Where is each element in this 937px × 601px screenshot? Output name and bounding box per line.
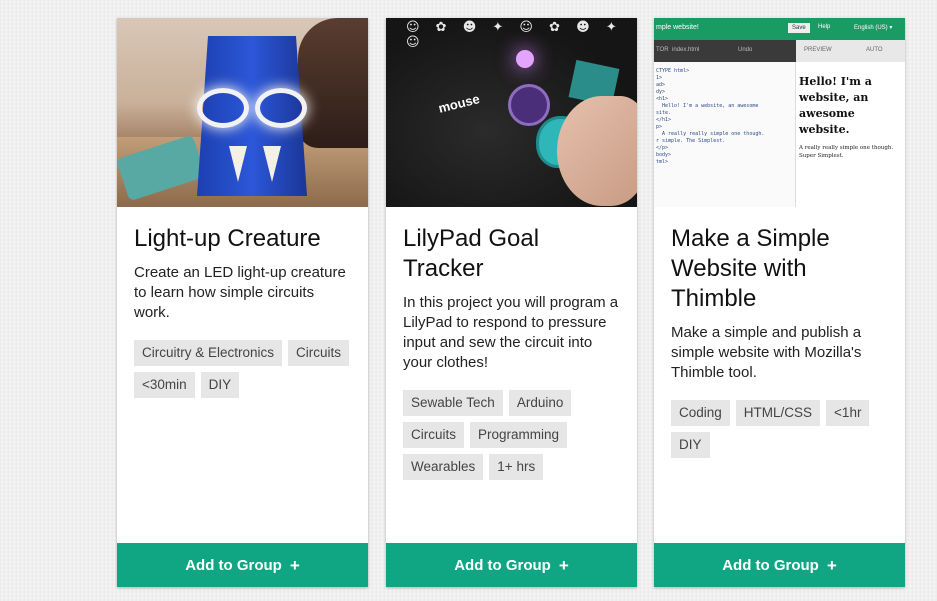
card-description: Make a simple and publish a simple websi… [671,324,862,381]
lilypad-board [508,84,550,126]
project-name: mple website! [656,24,699,31]
left-eye [197,88,249,128]
right-fang [263,146,281,182]
preview-heading: Hello! I'm a website, an awesome website… [799,75,872,136]
save-button: Save [788,23,810,33]
tag[interactable]: HTML/CSS [735,400,821,426]
tag[interactable]: DIY [200,372,240,398]
code-editor: CTYPE html> 1> ad> dy> <h1> Hello! I'm a… [654,62,796,207]
left-fang [229,146,247,182]
activity-card: ☺ ✿ ☻ ✦ ☺ ✿ ☻ ✦ ☺ mouse LilyPad Goal Tra… [386,18,637,587]
tag[interactable]: Circuits [288,340,350,366]
card-description: In this project you will program a LilyP… [403,294,619,371]
add-to-group-button[interactable]: Add to Group + [386,543,637,587]
tag[interactable]: Programming [470,422,568,448]
tag[interactable]: Coding [671,400,730,426]
card-body: Make a Simple Website with Thimble Make … [654,207,905,543]
plus-icon: + [289,555,300,575]
doodle-pattern: ☺ ✿ ☻ ✦ ☺ ✿ ☻ ✦ ☺ [406,20,623,50]
thimble-topbar: mple website! Save Help English (US) ▾ [654,18,905,40]
activity-card: mple website! Save Help English (US) ▾ T… [654,18,905,587]
hand [557,96,637,206]
undo-label: Undo [738,47,753,53]
tag-list: Sewable Tech Arduino Circuits Programmin… [403,390,620,480]
tag[interactable]: Arduino [508,390,572,416]
card-image-light-up-creature[interactable] [117,18,368,207]
preview-toolbar: PREVIEW AUTO [796,40,905,62]
preview-pane: Hello! I'm a website, an awesome website… [799,74,903,160]
add-to-group-button[interactable]: Add to Group + [117,543,368,587]
editor-label: TOR [656,47,669,53]
led-glow [516,50,534,68]
activity-card: Light-up Creature Create an LED light-up… [117,18,368,587]
pipe-cleaner-eyes [189,88,319,132]
plus-icon: + [826,555,837,575]
card-title[interactable]: LilyPad Goal Tracker [403,224,620,284]
mouse-logo: mouse [436,91,482,116]
card-body: LilyPad Goal Tracker In this project you… [386,207,637,543]
tag[interactable]: Circuitry & Electronics [134,340,283,366]
tag-list: Coding HTML/CSS <1hr DIY [671,400,888,458]
tag[interactable]: <1hr [826,400,870,426]
tag[interactable]: Circuits [403,422,465,448]
add-to-group-label: Add to Group [185,556,282,574]
file-label: index.html [672,47,700,53]
card-description: Create an LED light-up creature to learn… [134,264,346,321]
card-image-lilypad-goal-tracker[interactable]: ☺ ✿ ☻ ✦ ☺ ✿ ☻ ✦ ☺ mouse [386,18,637,207]
tag[interactable]: DIY [671,432,710,458]
preview-text: A really really simple one though. Super… [799,145,894,159]
plus-icon: + [558,555,569,575]
card-body: Light-up Creature Create an LED light-up… [117,207,368,543]
tag-list: Circuitry & Electronics Circuits <30min … [134,340,351,398]
auto-label: AUTO [866,47,883,53]
tag[interactable]: <30min [134,372,195,398]
tag[interactable]: Wearables [403,454,484,480]
tag[interactable]: 1+ hrs [489,454,544,480]
card-image-thimble-website[interactable]: mple website! Save Help English (US) ▾ T… [654,18,905,207]
right-eye [255,88,307,128]
add-to-group-button[interactable]: Add to Group + [654,543,905,587]
tag[interactable]: Sewable Tech [403,390,503,416]
card-title[interactable]: Light-up Creature [134,224,351,254]
card-title[interactable]: Make a Simple Website with Thimble [671,224,888,314]
preview-label: PREVIEW [804,47,832,53]
add-to-group-label: Add to Group [454,556,551,574]
add-to-group-label: Add to Group [722,556,819,574]
language-select: English (US) ▾ [854,25,893,31]
help-link: Help [818,24,831,30]
